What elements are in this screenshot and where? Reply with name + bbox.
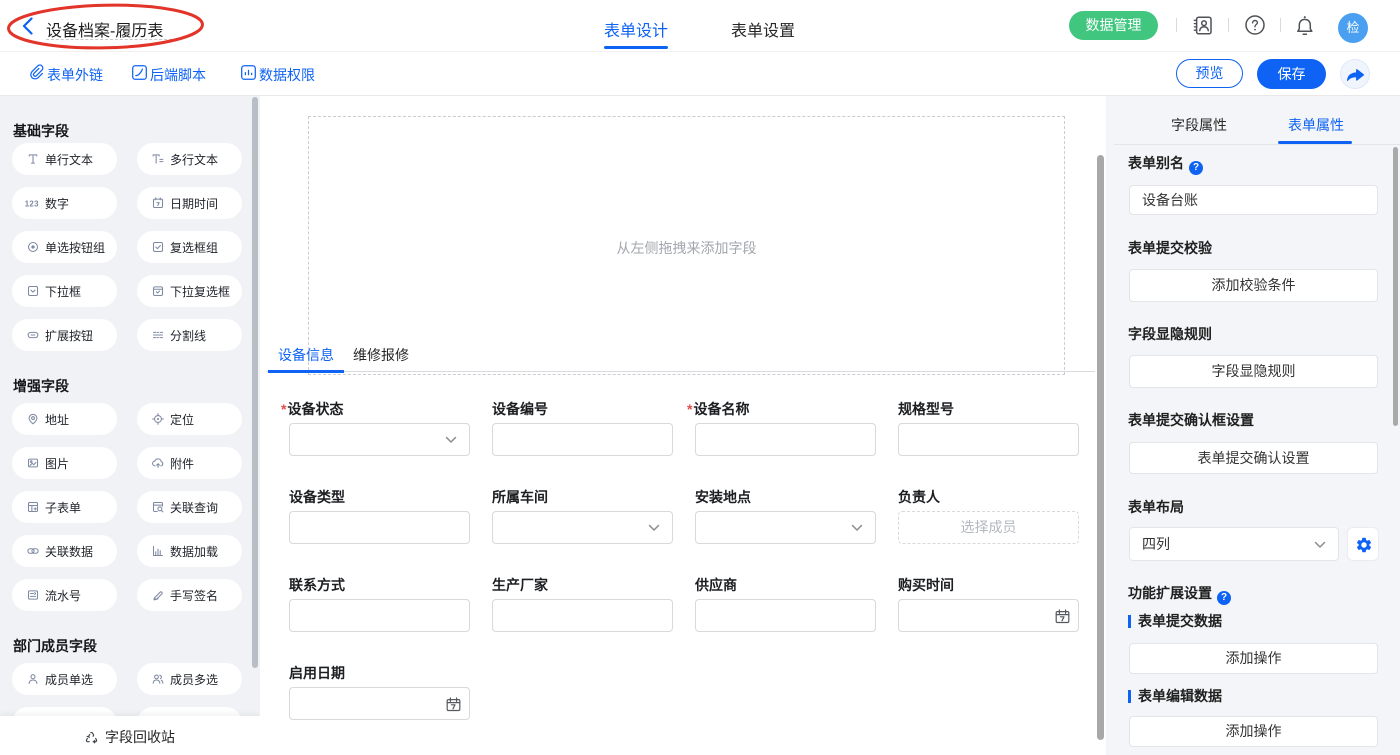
svg-text:123: 123 — [25, 199, 39, 208]
